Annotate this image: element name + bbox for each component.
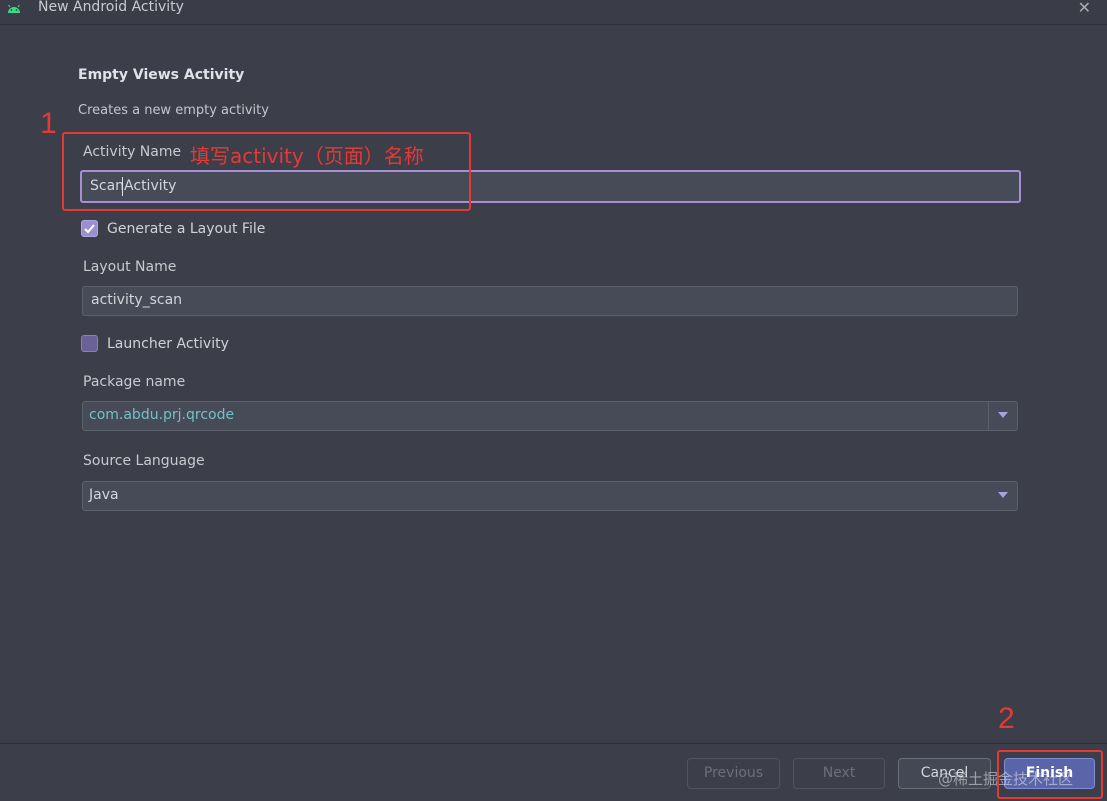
- source-language-dropdown[interactable]: Java: [82, 481, 1018, 511]
- next-button[interactable]: Next: [793, 758, 885, 789]
- android-icon: [8, 4, 20, 13]
- chevron-down-icon[interactable]: [998, 412, 1008, 418]
- previous-button[interactable]: Previous: [687, 758, 780, 789]
- template-description: Creates a new empty activity: [78, 103, 269, 118]
- title-bar: New Android Activity ✕: [0, 0, 1107, 25]
- annotation-number-1: 1: [40, 107, 57, 140]
- annotation-number-2: 2: [998, 702, 1015, 735]
- package-name-label: Package name: [83, 374, 186, 390]
- launcher-activity-label: Launcher Activity: [107, 336, 229, 352]
- dropdown-separator: [988, 402, 989, 430]
- generate-layout-label: Generate a Layout File: [107, 221, 266, 237]
- checkmark-icon: [84, 224, 95, 234]
- window-title: New Android Activity: [38, 0, 184, 15]
- layout-name-label: Layout Name: [83, 259, 177, 275]
- launcher-activity-checkbox[interactable]: [81, 335, 98, 352]
- generate-layout-checkbox[interactable]: [81, 220, 98, 237]
- source-language-label: Source Language: [83, 453, 205, 469]
- layout-name-value: activity_scan: [91, 292, 183, 308]
- watermark: @稀土掘金技术社区: [938, 770, 1074, 788]
- package-name-dropdown[interactable]: com.abdu.prj.qrcode: [82, 401, 1018, 431]
- package-name-value: com.abdu.prj.qrcode: [89, 407, 235, 423]
- annotation-note-1: 填写activity（页面）名称: [190, 144, 424, 168]
- layout-name-input[interactable]: activity_scan: [82, 286, 1018, 316]
- chevron-down-icon[interactable]: [998, 492, 1008, 498]
- source-language-value: Java: [89, 487, 119, 503]
- close-icon[interactable]: ✕: [1078, 0, 1091, 17]
- template-heading: Empty Views Activity: [78, 67, 245, 83]
